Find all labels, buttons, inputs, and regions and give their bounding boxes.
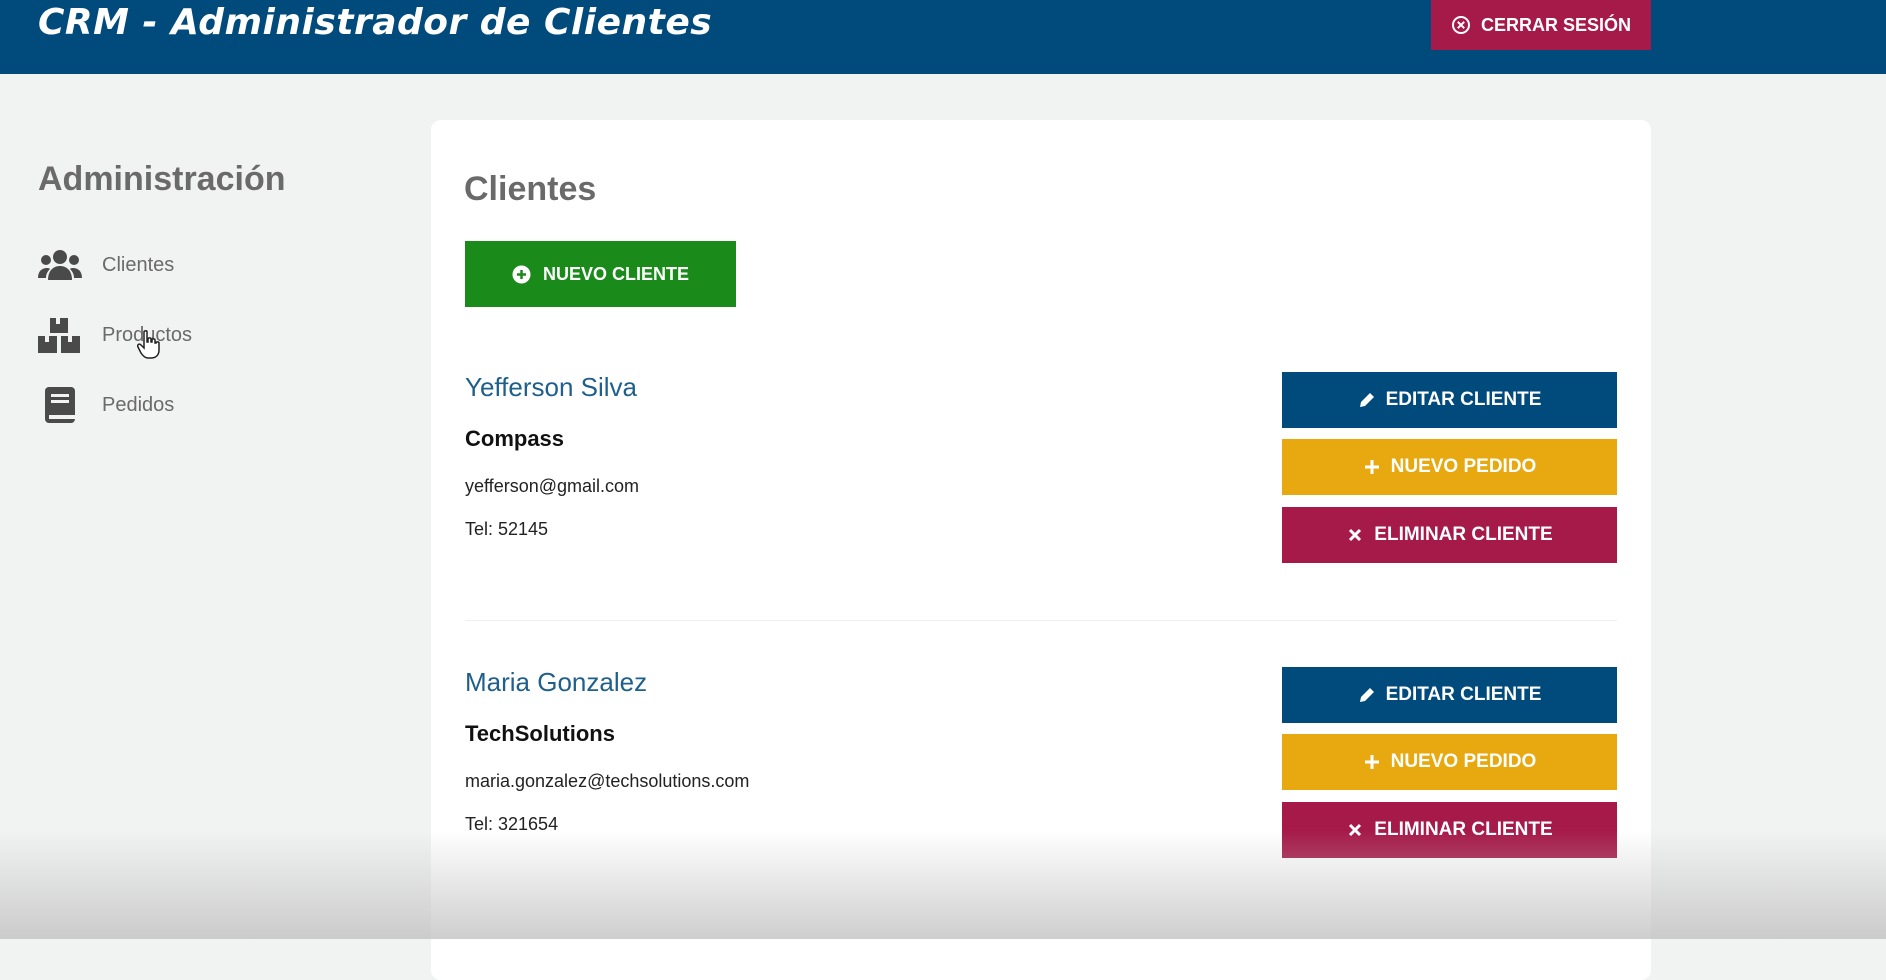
delete-client-button[interactable]: ELIMINAR CLIENTE (1282, 802, 1617, 858)
new-client-label: NUEVO CLIENTE (542, 263, 689, 284)
plus-circle-icon (512, 265, 531, 283)
page-title: Clientes (464, 170, 597, 208)
client-company: Compass (465, 426, 565, 451)
top-header: CRM - Administrador de Clientes CERRAR S… (0, 0, 1886, 74)
clients-panel: Clientes NUEVO CLIENTE Yefferson Silva C… (431, 120, 1651, 980)
sidebar-item-pedidos[interactable]: Pedidos (38, 387, 378, 423)
close-icon (1349, 528, 1362, 542)
new-order-button[interactable]: NUEVO PEDIDO (1282, 439, 1617, 495)
book-icon (45, 387, 75, 423)
logout-label: CERRAR SESIÓN (1480, 14, 1632, 35)
client-name: Yefferson Silva (465, 372, 638, 402)
edit-client-label: EDITAR CLIENTE (1385, 389, 1542, 410)
new-client-button[interactable]: NUEVO CLIENTE (465, 241, 736, 307)
sidebar-item-label: Clientes (102, 253, 175, 276)
delete-client-button[interactable]: ELIMINAR CLIENTE (1282, 507, 1617, 563)
users-icon (38, 250, 82, 280)
client-divider (465, 620, 1617, 621)
new-order-label: NUEVO PEDIDO (1390, 456, 1537, 477)
client-card: Maria Gonzalez TechSolutions maria.gonza… (465, 667, 1617, 917)
logout-button[interactable]: CERRAR SESIÓN (1431, 0, 1651, 50)
delete-client-label: ELIMINAR CLIENTE (1374, 819, 1553, 840)
sidebar: Administración Clientes Productos (38, 160, 378, 423)
plus-icon (1364, 755, 1379, 769)
new-order-button[interactable]: NUEVO PEDIDO (1282, 734, 1617, 790)
client-company: TechSolutions (465, 721, 615, 746)
client-email: yefferson@gmail.com (465, 476, 640, 496)
plus-icon (1364, 460, 1379, 474)
client-name: Maria Gonzalez (465, 667, 648, 697)
new-order-label: NUEVO PEDIDO (1390, 751, 1537, 772)
client-card: Yefferson Silva Compass yefferson@gmail.… (465, 372, 1617, 622)
close-icon (1349, 823, 1362, 837)
app-title: CRM - Administrador de Clientes (38, 2, 713, 43)
pencil-icon (1359, 393, 1374, 407)
sidebar-title: Administración (38, 160, 286, 198)
sidebar-item-productos[interactable]: Productos (38, 317, 378, 353)
edit-client-button[interactable]: EDITAR CLIENTE (1282, 667, 1617, 723)
sidebar-item-clientes[interactable]: Clientes (38, 247, 378, 283)
edit-client-button[interactable]: EDITAR CLIENTE (1282, 372, 1617, 428)
boxes-icon (38, 318, 80, 353)
hand-cursor-icon (137, 330, 160, 359)
client-phone: Tel: 321654 (465, 814, 559, 834)
delete-client-label: ELIMINAR CLIENTE (1374, 524, 1553, 545)
pencil-icon (1359, 688, 1374, 702)
client-email: maria.gonzalez@techsolutions.com (465, 771, 750, 791)
close-circle-icon (1451, 16, 1470, 34)
edit-client-label: EDITAR CLIENTE (1385, 684, 1542, 705)
sidebar-item-label: Pedidos (102, 393, 175, 416)
client-phone: Tel: 52145 (465, 519, 549, 539)
